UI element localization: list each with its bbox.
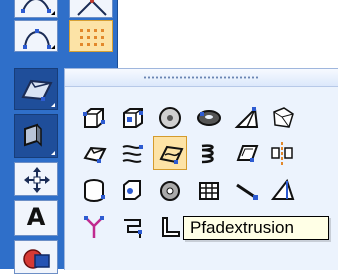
tool-loft-button[interactable] — [115, 136, 149, 170]
grid-solid-icon — [199, 182, 219, 200]
cylinder-icon — [84, 179, 105, 202]
tool-sphere-button[interactable] — [153, 100, 187, 134]
point-grid-icon — [80, 29, 104, 46]
tool-cylinder-button[interactable] — [77, 173, 111, 207]
tool-helix-button[interactable] — [192, 136, 226, 170]
solids-flyout-button[interactable] — [14, 68, 58, 110]
torus-icon — [197, 110, 221, 126]
slice-icon — [162, 217, 180, 237]
arc-tool-button[interactable] — [14, 20, 58, 52]
loft-icon — [122, 145, 143, 163]
tool-box-edit-button[interactable] — [115, 100, 149, 134]
tool-mirror-solid-button[interactable] — [265, 136, 299, 170]
tool-slice-button[interactable] — [153, 210, 187, 244]
branch-icon — [84, 216, 104, 238]
box-edit-icon — [123, 108, 143, 128]
sweep-icon — [124, 219, 142, 238]
text-icon: A — [26, 203, 46, 231]
tool-solid-wire-button[interactable] — [265, 100, 299, 134]
shell-icon — [236, 145, 259, 162]
point-grid-tool-button[interactable] — [69, 20, 113, 52]
render-icon — [23, 249, 50, 269]
tool-shell-button[interactable] — [229, 136, 263, 170]
wedge-icon — [270, 178, 295, 200]
path-extrusion-icon — [159, 145, 184, 164]
extrude-icon — [83, 146, 107, 163]
move-tool-button[interactable] — [14, 162, 58, 196]
tool-box-button[interactable] — [77, 100, 111, 134]
grip-dots — [143, 76, 259, 79]
angle-tool-button[interactable] — [69, 0, 113, 18]
mirror-solid-icon — [271, 142, 293, 166]
text-tool-button[interactable]: A — [14, 200, 58, 236]
cone-icon — [123, 180, 141, 200]
tool-extrude-button[interactable] — [77, 136, 111, 170]
surface-tool-button[interactable] — [14, 114, 58, 158]
tool-branch-button[interactable] — [77, 210, 111, 244]
curve-icon — [21, 0, 51, 13]
tool-grid-solid-button[interactable] — [192, 173, 226, 207]
angle-icon — [77, 0, 107, 16]
tool-knife-button[interactable] — [229, 173, 263, 207]
curve-tool-button[interactable] — [14, 0, 58, 18]
tooltip: Pfadextrusion — [183, 216, 329, 240]
tool-ring-button[interactable] — [153, 173, 187, 207]
tool-wedge-button[interactable] — [265, 173, 299, 207]
tool-sweep-button[interactable] — [115, 210, 149, 244]
sphere-icon — [159, 107, 181, 129]
box-icon — [83, 108, 105, 128]
ring-icon — [160, 181, 180, 201]
move-icon — [24, 167, 50, 193]
tool-path-extrusion-button[interactable] — [153, 136, 187, 170]
helix-icon — [201, 144, 214, 164]
pyramid-icon — [234, 106, 259, 128]
tool-pyramid-button[interactable] — [229, 100, 263, 134]
knife-icon — [236, 183, 258, 200]
tool-cone-button[interactable] — [115, 173, 149, 207]
flyout-grip-bar[interactable] — [65, 69, 338, 87]
tool-torus-button[interactable] — [192, 100, 226, 134]
solid-wire-icon — [273, 107, 294, 128]
